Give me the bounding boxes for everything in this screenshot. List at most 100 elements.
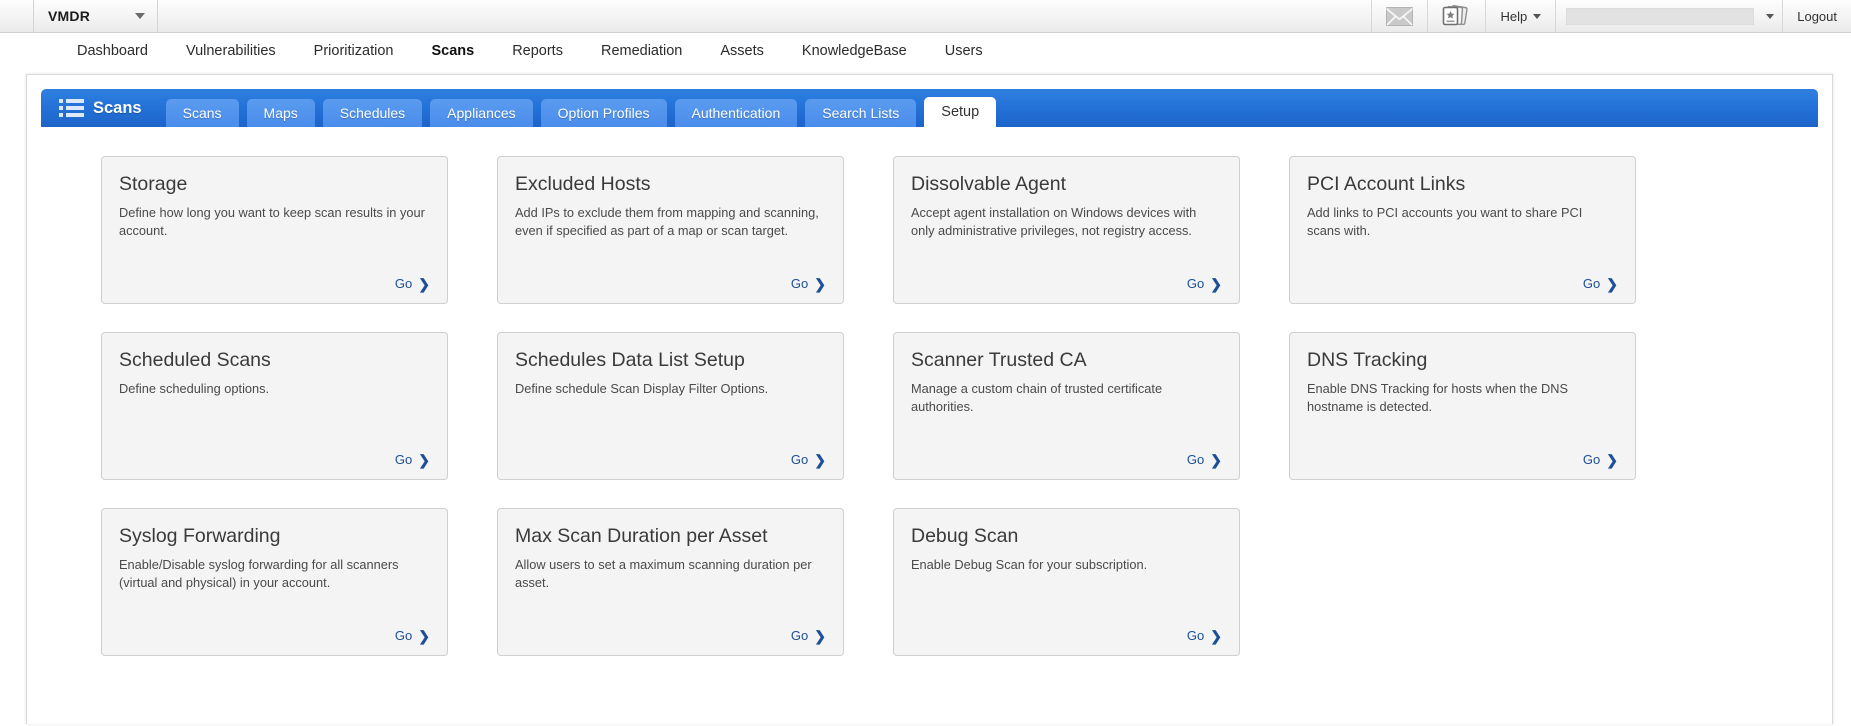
card-go-label: Go: [1187, 452, 1204, 467]
card-go-link[interactable]: Go ❯: [791, 628, 826, 643]
nav-item-vulnerabilities[interactable]: Vulnerabilities: [167, 43, 295, 59]
card-go-label: Go: [1187, 628, 1204, 643]
setup-card-dns-tracking[interactable]: DNS TrackingEnable DNS Tracking for host…: [1289, 332, 1636, 480]
card-go-link[interactable]: Go ❯: [791, 452, 826, 467]
envelope-icon: [1386, 7, 1413, 26]
nav-item-dashboard[interactable]: Dashboard: [58, 43, 167, 59]
card-description: Define how long you want to keep scan re…: [119, 204, 430, 276]
tab-search-lists[interactable]: Search Lists: [805, 99, 916, 127]
quick-cards-button[interactable]: [1427, 0, 1485, 32]
module-tab-label: Scans: [93, 99, 142, 118]
card-go-label: Go: [791, 276, 808, 291]
setup-card-grid: Storage Define how long you want to keep …: [27, 130, 1832, 656]
tab-option-profiles[interactable]: Option Profiles: [541, 99, 667, 127]
card-go-link[interactable]: Go ❯: [395, 628, 430, 643]
chevron-right-icon: ❯: [1210, 453, 1222, 467]
card-title: Debug Scan: [911, 525, 1222, 547]
setup-card-syslog-forwarding[interactable]: Syslog Forwarding Enable/Disable syslog f…: [101, 508, 448, 656]
setup-card-dissolvable-agent[interactable]: Dissolvable AgentAccept agent installati…: [893, 156, 1240, 304]
chevron-down-icon: [1533, 14, 1541, 19]
card-go-label: Go: [395, 452, 412, 467]
setup-card-pci-account-links[interactable]: PCI Account LinksAdd links to PCI accoun…: [1289, 156, 1636, 304]
chevron-right-icon: ❯: [814, 453, 826, 467]
header-actions: Help Logout: [1371, 0, 1851, 32]
chevron-right-icon: ❯: [1606, 453, 1618, 467]
messages-button[interactable]: [1371, 0, 1427, 32]
card-go-link[interactable]: Go ❯: [1187, 276, 1222, 291]
tab-schedules[interactable]: Schedules: [323, 99, 422, 127]
top-header-bar: VMDR: [0, 0, 1851, 33]
chevron-right-icon: ❯: [418, 453, 430, 467]
tab-setup[interactable]: Setup: [924, 97, 996, 127]
card-description: Allow users to set a maximum scanning du…: [515, 556, 826, 628]
card-go-link[interactable]: Go ❯: [1187, 452, 1222, 467]
logout-label: Logout: [1797, 9, 1837, 24]
tab-authentication[interactable]: Authentication: [675, 99, 798, 127]
card-go-link[interactable]: Go❯: [395, 276, 430, 291]
setup-card-excluded-hosts[interactable]: Excluded Hosts Add IPs to exclude them fr…: [497, 156, 844, 304]
card-go-label: Go: [1583, 452, 1600, 467]
card-go-label: Go: [791, 628, 808, 643]
setup-card-debug-scan[interactable]: Debug Scan Enable Debug Scan for your sub…: [893, 508, 1240, 656]
card-go-label: Go: [1187, 276, 1204, 291]
card-description: Add IPs to exclude them from mapping and…: [515, 204, 826, 276]
card-go-link[interactable]: Go ❯: [1187, 628, 1222, 643]
card-title: Storage: [119, 173, 430, 195]
chevron-right-icon: ❯: [418, 629, 430, 643]
logout-button[interactable]: Logout: [1782, 0, 1851, 32]
card-go-label: Go: [395, 276, 412, 291]
nav-item-prioritization[interactable]: Prioritization: [295, 43, 413, 59]
nav-item-assets[interactable]: Assets: [701, 43, 783, 59]
nav-item-reports[interactable]: Reports: [493, 43, 582, 59]
card-description: Define schedule Scan Display Filter Opti…: [515, 380, 826, 452]
chevron-down-icon: [135, 13, 145, 19]
main-navigation: DashboardVulnerabilitiesPrioritizationSc…: [0, 33, 1851, 69]
setup-card-scheduled-scans[interactable]: Scheduled Scans Define scheduling options…: [101, 332, 448, 480]
account-selector-value[interactable]: [1566, 8, 1754, 25]
card-title: Max Scan Duration per Asset: [515, 525, 826, 547]
setup-card-schedules-data-list-setup[interactable]: Schedules Data List SetupDefine schedule…: [497, 332, 844, 480]
card-go-link[interactable]: Go ❯: [1583, 276, 1618, 291]
nav-item-users[interactable]: Users: [926, 43, 1002, 59]
nav-item-scans[interactable]: Scans: [412, 43, 493, 59]
nav-item-remediation[interactable]: Remediation: [582, 43, 701, 59]
card-go-label: Go: [1583, 276, 1600, 291]
module-tab-scans: Scans: [41, 89, 158, 127]
tab-appliances[interactable]: Appliances: [430, 99, 533, 127]
card-go-link[interactable]: Go ❯: [1583, 452, 1618, 467]
chevron-right-icon: ❯: [814, 277, 826, 291]
setup-card-max-scan-duration-per-asset[interactable]: Max Scan Duration per Asset Allow users t…: [497, 508, 844, 656]
module-tab-bar: Scans Scans Maps Schedules Appliances Option…: [41, 89, 1818, 127]
tab-list: Scans Maps Schedules Appliances Option Profi…: [158, 89, 997, 127]
card-row: Scheduled Scans Define scheduling options…: [27, 332, 1832, 480]
card-go-label: Go: [791, 452, 808, 467]
card-title: DNS Tracking: [1307, 349, 1618, 371]
chevron-right-icon: ❯: [1210, 277, 1222, 291]
card-title: Excluded Hosts: [515, 173, 826, 195]
card-go-label: Go: [395, 628, 412, 643]
chevron-right-icon: ❯: [814, 629, 826, 643]
help-menu[interactable]: Help: [1485, 0, 1555, 32]
card-description: Enable/Disable syslog forwarding for all…: [119, 556, 430, 628]
card-go-link[interactable]: Go ❯: [395, 452, 430, 467]
card-row: Storage Define how long you want to keep …: [27, 156, 1832, 304]
account-selector[interactable]: [1555, 0, 1782, 32]
list-icon: [59, 99, 84, 117]
card-description: Define scheduling options.: [119, 380, 430, 452]
setup-card-storage[interactable]: Storage Define how long you want to keep …: [101, 156, 448, 304]
card-description: Enable Debug Scan for your subscription.: [911, 556, 1222, 628]
nav-item-knowledgebase[interactable]: KnowledgeBase: [783, 43, 926, 59]
module-selector[interactable]: VMDR: [33, 0, 158, 32]
card-title: Syslog Forwarding: [119, 525, 430, 547]
chevron-right-icon: ❯: [1210, 629, 1222, 643]
card-row: Syslog Forwarding Enable/Disable syslog f…: [27, 508, 1832, 656]
setup-card-scanner-trusted-ca[interactable]: Scanner Trusted CAManage a custom chain …: [893, 332, 1240, 480]
card-go-link[interactable]: Go ❯: [791, 276, 826, 291]
card-stack-icon: [1442, 5, 1471, 27]
chevron-right-icon: ❯: [1606, 277, 1618, 291]
tab-maps[interactable]: Maps: [247, 99, 315, 127]
card-title: Scheduled Scans: [119, 349, 430, 371]
card-description: Accept agent installation on Windows dev…: [911, 204, 1222, 276]
module-selector-label: VMDR: [48, 8, 90, 24]
tab-scans[interactable]: Scans: [166, 99, 239, 127]
